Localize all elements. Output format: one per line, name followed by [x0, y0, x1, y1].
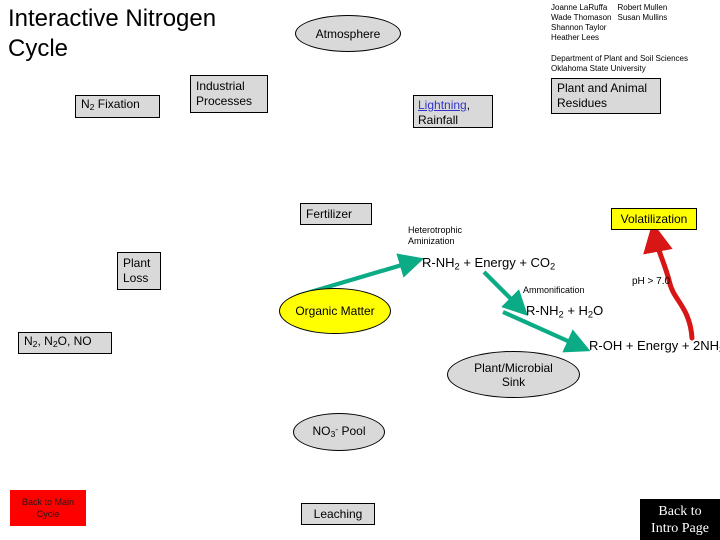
node-plant-and-animal-residues-label: Plant and Animal Residues — [557, 81, 648, 110]
lightning-link-row: Lightning, — [418, 98, 492, 113]
back-to-intro-page-button[interactable]: Back to Intro Page — [640, 499, 720, 540]
credits-authors: Joanne LaRuffa Wade Thomason Shannon Tay… — [551, 3, 719, 43]
page-title-line1: Interactive Nitrogen — [8, 5, 217, 32]
node-plant-microbial-sink[interactable]: Plant/Microbial Sink — [447, 351, 580, 398]
arrow-volatilization-red — [643, 222, 695, 341]
equation-hydrolysis: R-OH + Energy + 2NH3 — [589, 338, 720, 354]
node-leaching-label: Leaching — [313, 506, 363, 521]
node-plant-microbial-sink-label: Plant/Microbial Sink — [474, 360, 553, 389]
page-title: Interactive Nitrogen Cycle — [8, 4, 308, 64]
node-rainfall-label: Rainfall — [418, 113, 459, 127]
arrow-aminization-to-ammonification — [482, 270, 528, 316]
node-atmosphere[interactable]: Atmosphere — [295, 15, 401, 52]
credits-authors-column-1: Joanne LaRuffa Wade Thomason Shannon Tay… — [551, 3, 612, 42]
node-industrial-processes-label: Industrial Processes — [196, 79, 253, 108]
credits-authors-column-2: Robert Mullen Susan Mullins — [617, 3, 668, 22]
node-no3-pool-label: NO3- Pool — [312, 424, 366, 440]
node-n2-fixation-label: N2 Fixation — [81, 97, 140, 113]
page-title-line2: Cycle — [8, 35, 69, 62]
node-n2-fixation[interactable]: N2 Fixation — [75, 95, 160, 118]
node-volatilization[interactable]: Volatilization — [611, 208, 697, 230]
node-lightning-rainfall[interactable]: Lightning, Rainfall — [413, 95, 493, 128]
node-plant-loss-label: Plant Loss — [123, 256, 151, 285]
credits-block: Joanne LaRuffa Wade Thomason Shannon Tay… — [551, 3, 719, 74]
node-no3-pool[interactable]: NO3- Pool — [293, 413, 385, 451]
node-plant-and-animal-residues[interactable]: Plant and Animal Residues — [551, 78, 661, 114]
label-ammonification: Ammonification — [523, 285, 585, 295]
node-plant-loss[interactable]: Plant Loss — [117, 252, 161, 290]
node-fertilizer[interactable]: Fertilizer — [300, 203, 372, 225]
back-to-main-cycle-button[interactable]: Back to Main Cycle — [10, 490, 86, 526]
node-leaching[interactable]: Leaching — [301, 503, 375, 525]
node-organic-matter-label: Organic Matter — [295, 304, 375, 318]
node-industrial-processes[interactable]: Industrial Processes — [190, 75, 268, 113]
node-volatilization-label: Volatilization — [620, 211, 688, 226]
label-ph-condition: pH > 7.0 — [632, 276, 671, 287]
lightning-link[interactable]: Lightning — [418, 98, 467, 112]
node-organic-matter[interactable]: Organic Matter — [279, 288, 391, 334]
equation-ammonification: R-NH2 + H2O — [526, 303, 604, 320]
node-denitrification-gases[interactable]: N2, N2O, NO — [18, 332, 112, 354]
nitrogen-cycle-diagram: Interactive Nitrogen Cycle Joanne LaRuff… — [0, 0, 720, 540]
back-to-intro-page-button-label: Back to Intro Page — [651, 503, 709, 536]
equation-aminization: R-NH2 + Energy + CO2 — [422, 255, 556, 272]
lightning-comma: , — [466, 98, 471, 112]
node-atmosphere-label: Atmosphere — [315, 26, 381, 41]
back-to-main-cycle-button-label: Back to Main Cycle — [21, 497, 75, 519]
credits-department: Department of Plant and Soil Sciences Ok… — [551, 54, 688, 73]
node-denitrification-gases-label: N2, N2O, NO — [24, 333, 92, 350]
node-fertilizer-label: Fertilizer — [306, 206, 353, 221]
label-heterotrophic-aminization: Heterotrophic Aminization — [408, 225, 463, 246]
